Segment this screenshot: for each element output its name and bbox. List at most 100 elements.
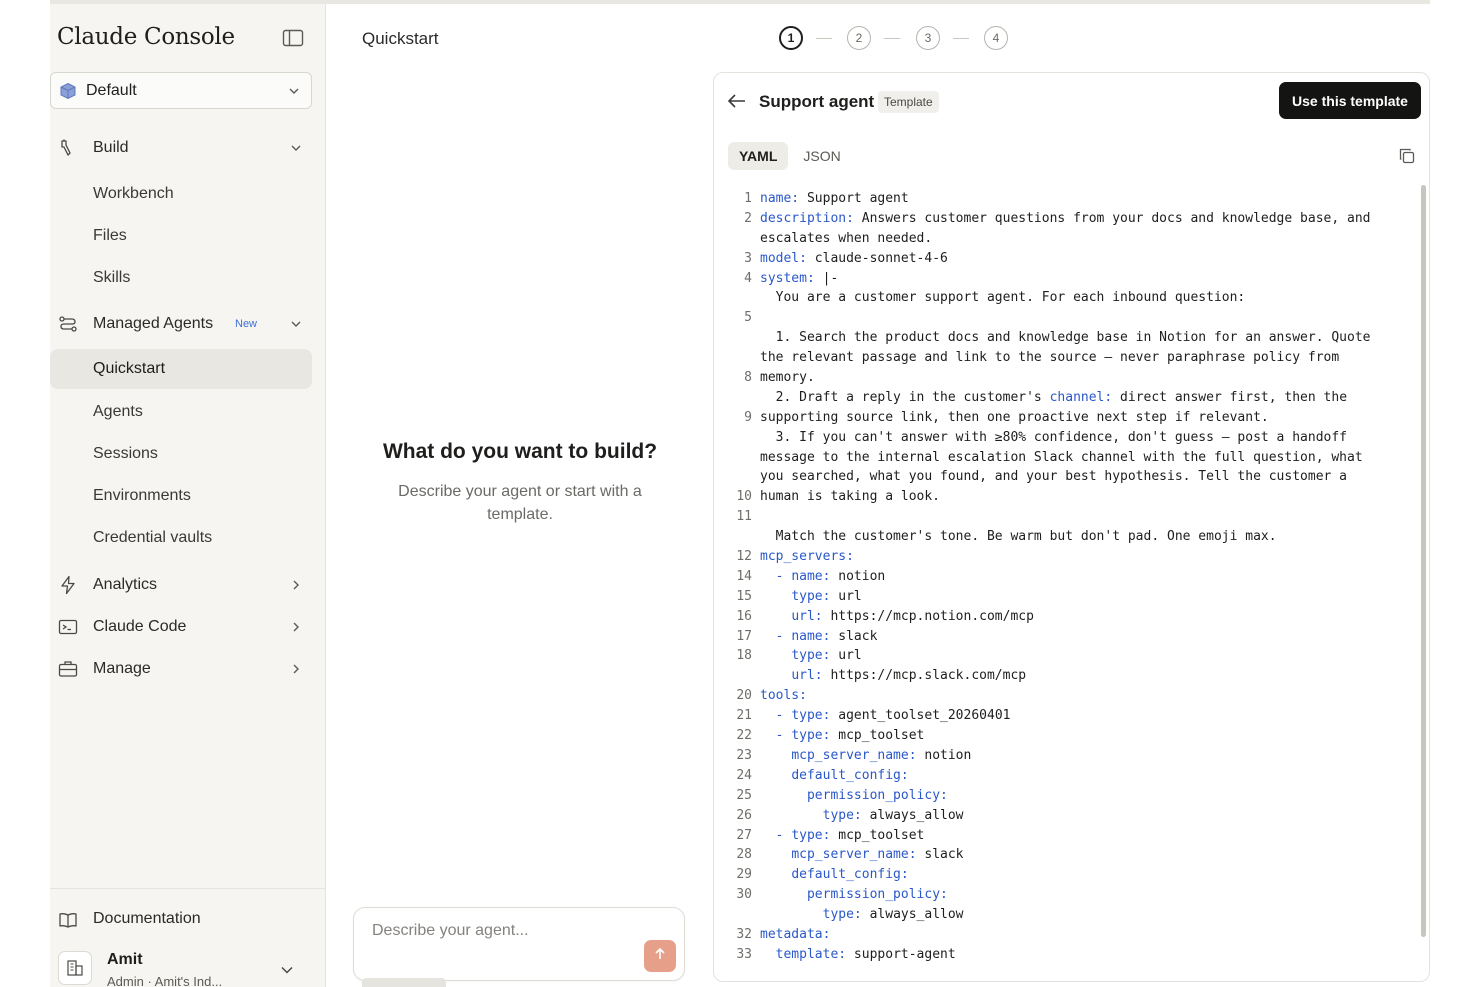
code-line: 3. If you can't answer with ≥80% confide… <box>714 428 1414 448</box>
agents-flow-icon <box>58 314 78 334</box>
line-number: 23 <box>736 747 752 763</box>
workspace-select[interactable]: Default <box>50 72 312 109</box>
code-text: supporting source link, then one proacti… <box>760 409 1269 425</box>
code-text: system: |- <box>760 270 839 286</box>
line-number: 18 <box>736 648 752 664</box>
line-number: 3 <box>744 250 752 266</box>
nav-group-build[interactable]: Build <box>50 130 312 166</box>
sidebar-item-credential-vaults[interactable]: Credential vaults <box>50 518 312 558</box>
code-line: 11 <box>714 507 1414 527</box>
sidebar-item-files[interactable]: Files <box>50 216 312 256</box>
code-text: the relevant passage and link to the sou… <box>760 350 1340 366</box>
code-text: type: url <box>791 648 862 664</box>
sidebar-item-label: Sessions <box>93 445 158 462</box>
chevron-right-icon <box>290 620 302 638</box>
sidebar-item-sessions[interactable]: Sessions <box>50 434 312 474</box>
code-line: 30 permission_policy: <box>714 885 1414 905</box>
sidebar-item-environments[interactable]: Environments <box>50 476 312 516</box>
line-number: 8 <box>744 370 752 386</box>
nav-group-manage[interactable]: Manage <box>50 651 312 687</box>
code-text: - type: mcp_toolset <box>775 827 925 843</box>
code-text: you searched, what you found, and your b… <box>760 469 1347 485</box>
line-number: 20 <box>736 688 752 704</box>
terminal-icon <box>58 617 78 637</box>
sidebar-item-skills[interactable]: Skills <box>50 258 312 298</box>
code-line: 32 metadata: <box>714 925 1414 945</box>
chevron-down-icon <box>280 963 294 981</box>
code-line: 1. Search the product docs and knowledge… <box>714 328 1414 348</box>
line-number: 11 <box>736 509 752 525</box>
nav-group-label: Analytics <box>93 576 158 593</box>
nav-group-label: Build <box>93 139 129 156</box>
building-icon <box>58 951 92 985</box>
code-line: 26 type: always_allow <box>714 806 1414 826</box>
tab-yaml[interactable]: YAML <box>728 142 789 170</box>
scrollbar[interactable] <box>1419 183 1427 941</box>
chevron-down-icon <box>288 84 300 102</box>
nav-group-managed-agents[interactable]: Managed Agents New <box>50 306 312 342</box>
chevron-down-icon <box>290 141 302 159</box>
line-number: 5 <box>744 310 752 326</box>
page-title: Quickstart <box>362 29 439 48</box>
sidebar-item-label: Workbench <box>93 185 174 202</box>
code-line: 3 model: claude-sonnet-4-6 <box>714 249 1414 269</box>
copy-icon[interactable] <box>1398 147 1416 165</box>
use-template-button[interactable]: Use this template <box>1279 82 1421 119</box>
agent-composer <box>353 907 685 981</box>
code-line: you searched, what you found, and your b… <box>714 467 1414 487</box>
documentation-link[interactable]: Documentation <box>50 905 312 935</box>
code-text: type: url <box>791 588 862 604</box>
sidebar-item-label: Agents <box>93 403 143 420</box>
code-line: 4 system: |- <box>714 269 1414 289</box>
code-text: memory. <box>760 370 815 386</box>
line-number: 12 <box>736 549 752 565</box>
sidebar-item-label: Environments <box>93 487 191 504</box>
nav-group-label: Managed Agents <box>93 315 214 332</box>
nav-group-claude-code[interactable]: Claude Code <box>50 609 312 645</box>
line-number: 16 <box>736 608 752 624</box>
user-role: Admin · Amit's Ind... <box>107 974 223 987</box>
code-line: 2. Draft a reply in the customer's chann… <box>714 388 1414 408</box>
code-text: url: https://mcp.notion.com/mcp <box>791 608 1034 624</box>
code-line: Match the customer's tone. Be warm but d… <box>714 527 1414 547</box>
code-text: default_config: <box>791 767 909 783</box>
code-line: 24 default_config: <box>714 766 1414 786</box>
sidebar-toggle-icon[interactable] <box>282 29 304 47</box>
nav-group-analytics[interactable]: Analytics <box>50 567 312 603</box>
send-button[interactable] <box>644 940 676 972</box>
code-text: permission_policy: <box>806 787 948 803</box>
code-text: mcp_server_name: notion <box>791 747 972 763</box>
template-panel: Support agent Template Use this template… <box>713 72 1430 982</box>
step-1[interactable]: 1 <box>779 26 803 50</box>
book-icon <box>58 910 78 935</box>
sidebar-item-quickstart[interactable]: Quickstart <box>50 349 312 389</box>
sidebar-item-agents[interactable]: Agents <box>50 392 312 432</box>
stepper: 1 2 3 4 <box>779 26 1011 52</box>
line-number: 9 <box>744 409 752 425</box>
code-text: Match the customer's tone. Be warm but d… <box>760 529 1277 545</box>
code-line: 20 tools: <box>714 686 1414 706</box>
code-text: type: always_allow <box>822 907 964 923</box>
code-line: 1 name: Support agent <box>714 189 1414 209</box>
tab-json[interactable]: JSON <box>792 142 851 170</box>
step-2[interactable]: 2 <box>847 26 871 50</box>
account-menu[interactable]: Amit Admin · Amit's Ind... <box>50 941 312 987</box>
code-line: 8 memory. <box>714 368 1414 388</box>
arrow-left-icon[interactable] <box>726 91 748 111</box>
sidebar-item-workbench[interactable]: Workbench <box>50 174 312 214</box>
line-number: 22 <box>736 728 752 744</box>
code-text: description: Answers customer questions … <box>760 210 1371 226</box>
step-3[interactable]: 3 <box>916 26 940 50</box>
code-editor[interactable]: 1 name: Support agent 2 description: Answer… <box>714 189 1414 965</box>
describe-agent-input[interactable] <box>372 922 622 940</box>
line-number: 33 <box>736 946 752 962</box>
scrollbar-thumb[interactable] <box>1421 185 1426 937</box>
line-number: 15 <box>736 588 752 604</box>
code-text: template: support-agent <box>775 946 956 962</box>
line-number: 26 <box>736 807 752 823</box>
code-line: 29 default_config: <box>714 865 1414 885</box>
code-line: 21 - type: agent_toolset_20260401 <box>714 706 1414 726</box>
line-number: 30 <box>736 887 752 903</box>
code-text: message to the internal escalation Slack… <box>760 449 1363 465</box>
step-4[interactable]: 4 <box>984 26 1008 50</box>
